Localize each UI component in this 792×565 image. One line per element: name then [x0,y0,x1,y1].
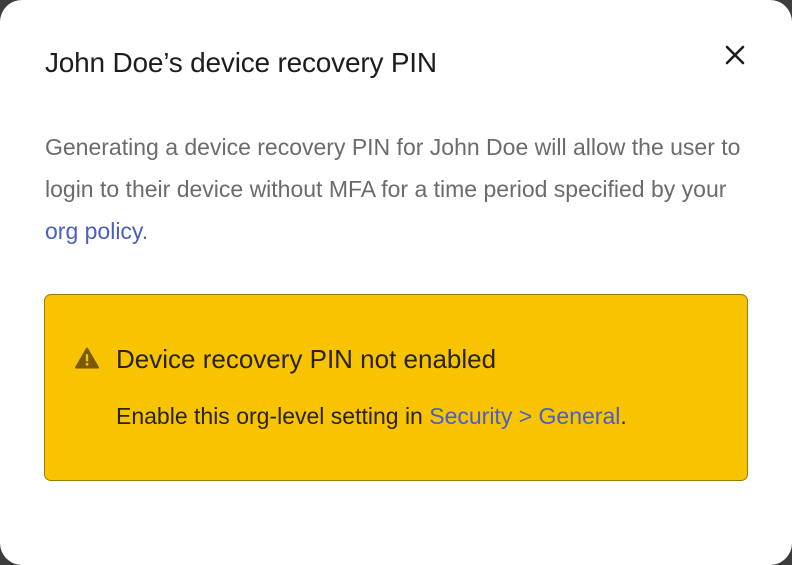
close-icon [725,45,745,65]
warning-icon [75,347,99,369]
recovery-pin-modal: John Doe’s device recovery PIN Generatin… [0,0,792,565]
warning-text: Enable this org-level setting in Securit… [116,399,627,433]
modal-title: John Doe’s device recovery PIN [45,47,437,78]
org-policy-link[interactable]: org policy [45,218,142,244]
warning-text-end: . [620,403,627,429]
modal-description: Generating a device recovery PIN for Joh… [45,126,755,252]
warning-text-body: Enable this org-level setting in [116,403,430,429]
security-general-link[interactable]: Security > General [429,403,620,429]
warning-title: Device recovery PIN not enabled [116,344,497,374]
close-button[interactable] [716,36,754,74]
description-end: . [141,218,149,244]
description-text: Generating a device recovery PIN for Joh… [45,134,741,202]
warning-banner: Device recovery PIN not enabled Enable t… [44,294,748,481]
